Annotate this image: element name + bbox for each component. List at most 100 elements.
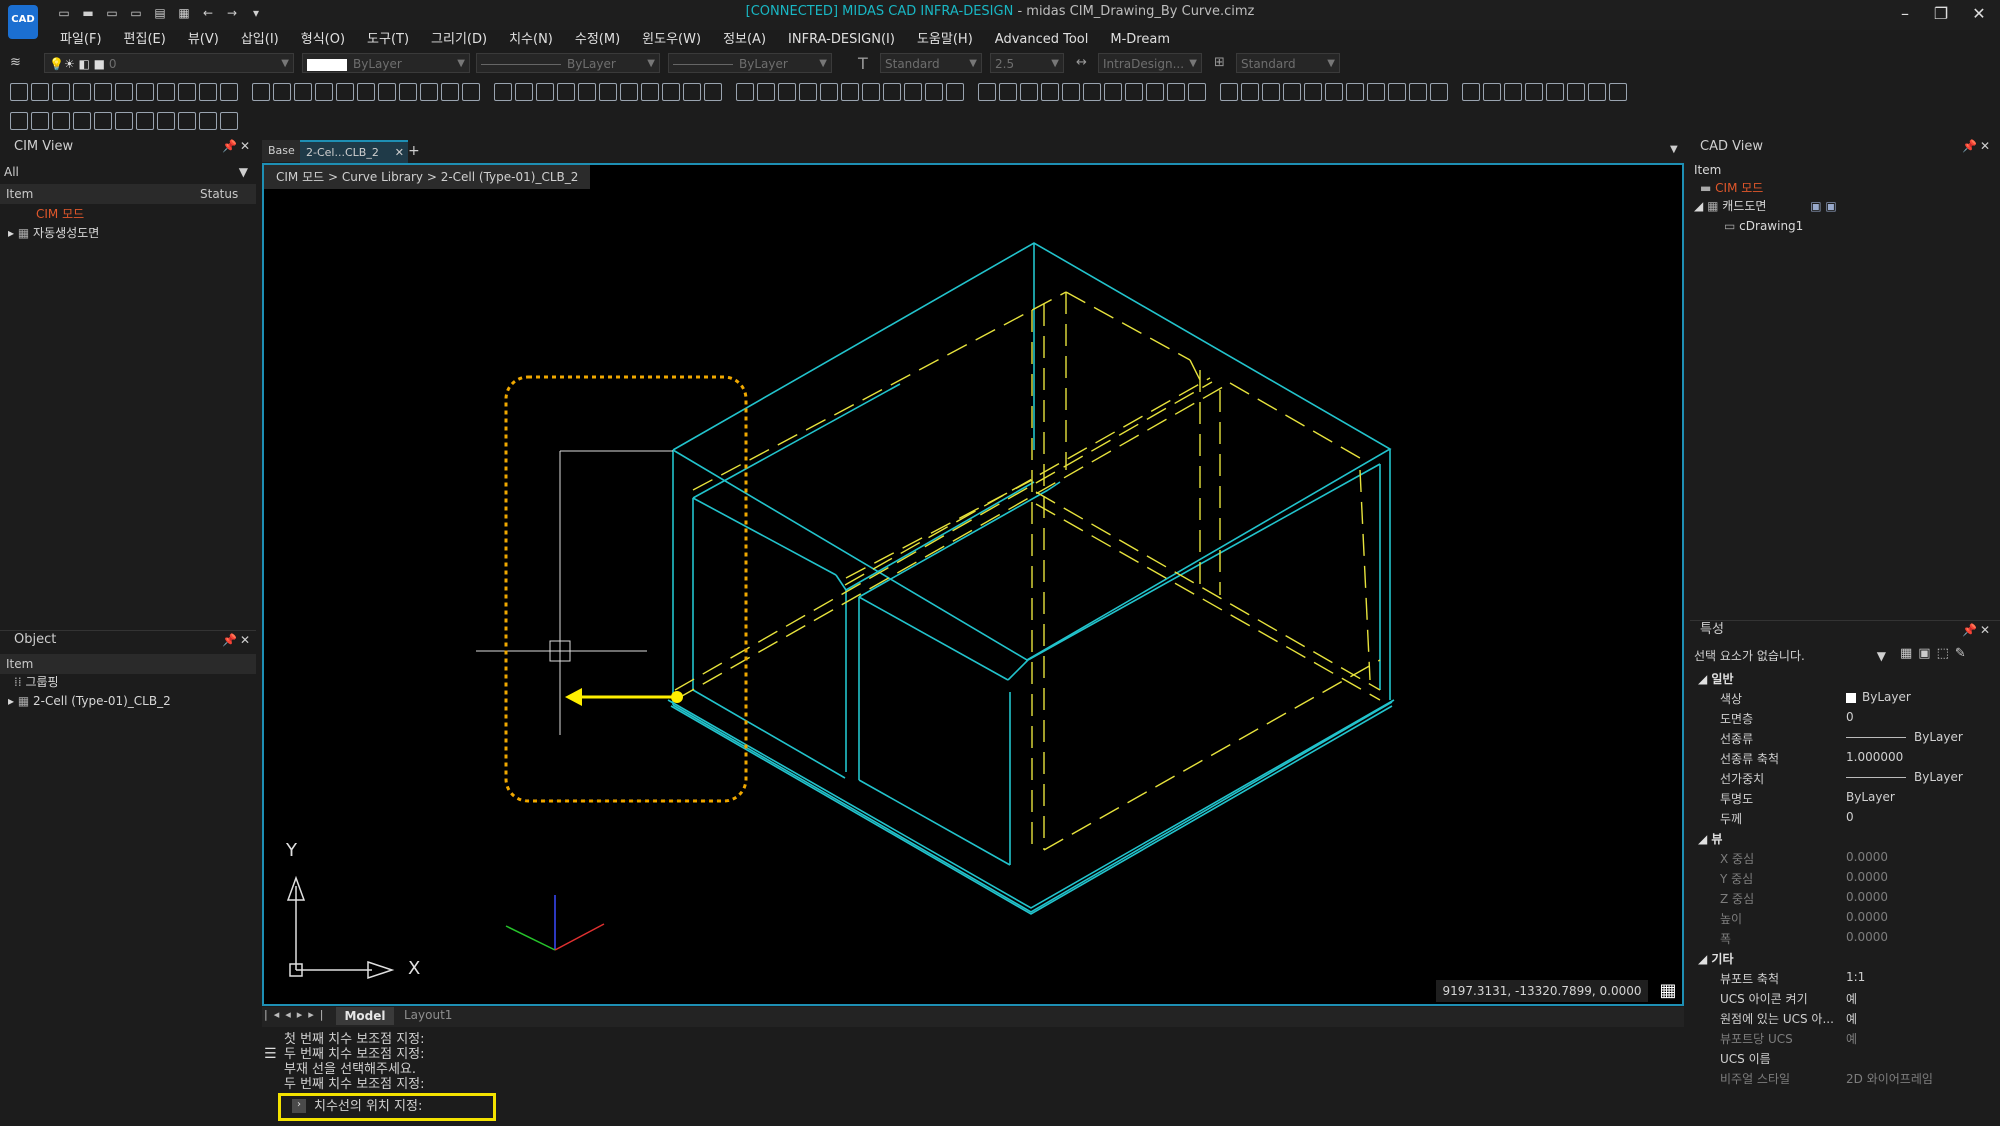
misc-tool-icon[interactable] bbox=[10, 112, 28, 130]
draw-tool-icon[interactable] bbox=[1104, 83, 1122, 101]
draw-tool-icon[interactable] bbox=[1367, 83, 1385, 101]
misc-tool-icon[interactable] bbox=[73, 112, 91, 130]
property-row[interactable]: 높이 0.0000 bbox=[1690, 910, 1995, 930]
selection-dropdown[interactable]: 선택 요소가 없습니다. ▼ bbox=[1694, 646, 1890, 666]
draw-tool-icon[interactable] bbox=[1430, 83, 1448, 101]
draw-tool-icon[interactable] bbox=[10, 83, 28, 101]
draw-tool-icon[interactable] bbox=[157, 83, 175, 101]
draw-tool-icon[interactable] bbox=[294, 83, 312, 101]
draw-tool-icon[interactable] bbox=[1062, 83, 1080, 101]
command-menu-icon[interactable]: ☰ bbox=[264, 1046, 277, 1062]
misc-tool-icon[interactable] bbox=[136, 112, 154, 130]
draw-tool-icon[interactable] bbox=[494, 83, 512, 101]
tab-list-chevron-icon[interactable]: ▼ bbox=[1670, 144, 1678, 155]
cim-filter-dropdown[interactable]: All ▼ bbox=[4, 162, 254, 182]
draw-tool-icon[interactable] bbox=[820, 83, 838, 101]
draw-tool-icon[interactable] bbox=[736, 83, 754, 101]
property-row[interactable]: 비주얼 스타일 2D 와이어프레임 bbox=[1690, 1070, 1995, 1090]
misc-tool-icon[interactable] bbox=[220, 112, 238, 130]
draw-tool-icon[interactable] bbox=[704, 83, 722, 101]
property-row[interactable]: 폭 0.0000 bbox=[1690, 930, 1995, 950]
draw-tool-icon[interactable] bbox=[683, 83, 701, 101]
misc-tool-icon[interactable] bbox=[157, 112, 175, 130]
draw-tool-icon[interactable] bbox=[1388, 83, 1406, 101]
viewport-grid-icon[interactable]: ▦ bbox=[1656, 980, 1680, 1002]
draw-tool-icon[interactable] bbox=[904, 83, 922, 101]
cad-tree-leaf[interactable]: ▭ cDrawing1 bbox=[1724, 217, 1803, 236]
property-row[interactable]: UCS 이름 bbox=[1690, 1050, 1995, 1070]
draw-tool-icon[interactable] bbox=[1020, 83, 1038, 101]
tab-2cell[interactable]: 2-Cel...CLB_2 ✕ bbox=[300, 140, 408, 164]
draw-tool-icon[interactable] bbox=[841, 83, 859, 101]
draw-tool-icon[interactable] bbox=[662, 83, 680, 101]
draw-tool-icon[interactable] bbox=[1609, 83, 1627, 101]
tree-item-2cell[interactable]: ▸ ▦ 2-Cell (Type-01)_CLB_2 bbox=[8, 692, 171, 711]
cad-tree-node[interactable]: ◢ ▦ 캐드도면 ▣ ▣ bbox=[1694, 197, 1837, 216]
restore-icon[interactable]: ❐ bbox=[1924, 2, 1958, 26]
property-row[interactable]: 원점에 있는 UCS 아... 예 bbox=[1690, 1010, 1995, 1030]
cad-pin-icon[interactable]: 📌 bbox=[1962, 139, 1977, 153]
draw-tool-icon[interactable] bbox=[599, 83, 617, 101]
property-row[interactable]: 뷰포트당 UCS 예 bbox=[1690, 1030, 1995, 1050]
draw-tool-icon[interactable] bbox=[1325, 83, 1343, 101]
menu-item-13[interactable]: Advanced Tool bbox=[995, 32, 1089, 47]
draw-tool-icon[interactable] bbox=[1525, 83, 1543, 101]
draw-tool-icon[interactable] bbox=[925, 83, 943, 101]
tab-layout1[interactable]: Layout1 bbox=[404, 1008, 452, 1022]
draw-tool-icon[interactable] bbox=[978, 83, 996, 101]
draw-tool-icon[interactable] bbox=[1041, 83, 1059, 101]
menu-item-10[interactable]: 정보(A) bbox=[723, 28, 766, 47]
draw-tool-icon[interactable] bbox=[515, 83, 533, 101]
drawing-viewport[interactable] bbox=[262, 163, 1684, 1006]
draw-tool-icon[interactable] bbox=[757, 83, 775, 101]
props-section-1[interactable]: ◢ 뷰 bbox=[1690, 830, 1995, 850]
draw-tool-icon[interactable] bbox=[1462, 83, 1480, 101]
menu-item-9[interactable]: 윈도우(W) bbox=[642, 28, 701, 47]
draw-tool-icon[interactable] bbox=[557, 83, 575, 101]
draw-tool-icon[interactable] bbox=[946, 83, 964, 101]
property-row[interactable]: Y 중심 0.0000 bbox=[1690, 870, 1995, 890]
cad-close-icon[interactable]: ✕ bbox=[1980, 139, 1990, 153]
draw-tool-icon[interactable] bbox=[536, 83, 554, 101]
expand-arrow-icon[interactable]: ▸ bbox=[8, 694, 14, 708]
menu-item-3[interactable]: 삽입(I) bbox=[241, 28, 279, 47]
menu-item-11[interactable]: INFRA-DESIGN(I) bbox=[788, 32, 895, 47]
menu-item-5[interactable]: 도구(T) bbox=[367, 28, 409, 47]
draw-tool-icon[interactable] bbox=[883, 83, 901, 101]
object-pin-icon[interactable]: 📌 bbox=[222, 633, 237, 647]
draw-tool-icon[interactable] bbox=[1083, 83, 1101, 101]
props-close-icon[interactable]: ✕ bbox=[1980, 623, 1990, 637]
draw-tool-icon[interactable] bbox=[220, 83, 238, 101]
pin-icon[interactable]: 📌 bbox=[222, 139, 237, 153]
property-row[interactable]: 투명도 ByLayer bbox=[1690, 790, 1995, 810]
props-section-2[interactable]: ◢ 기타 bbox=[1690, 950, 1995, 970]
property-row[interactable]: UCS 아이콘 켜기 예 bbox=[1690, 990, 1995, 1010]
property-row[interactable]: 선가중치 ByLayer bbox=[1690, 770, 1995, 790]
draw-tool-icon[interactable] bbox=[336, 83, 354, 101]
draw-tool-icon[interactable] bbox=[1220, 83, 1238, 101]
draw-tool-icon[interactable] bbox=[252, 83, 270, 101]
draw-tool-icon[interactable] bbox=[1304, 83, 1322, 101]
property-row[interactable]: 뷰포트 축척 1:1 bbox=[1690, 970, 1995, 990]
layer-dropdown[interactable]: 💡☀ ◧ ■ 0 ▼ bbox=[44, 53, 294, 73]
draw-tool-icon[interactable] bbox=[178, 83, 196, 101]
draw-tool-icon[interactable] bbox=[136, 83, 154, 101]
tree-item-grouping[interactable]: ⁞⁞ 그룹핑 bbox=[14, 673, 59, 692]
property-row[interactable]: 색상 ByLayer bbox=[1690, 690, 1995, 710]
expand-arrow-icon[interactable]: ▸ bbox=[8, 226, 14, 240]
draw-tool-icon[interactable] bbox=[620, 83, 638, 101]
menu-item-6[interactable]: 그리기(D) bbox=[431, 28, 487, 47]
draw-tool-icon[interactable] bbox=[273, 83, 291, 101]
draw-tool-icon[interactable] bbox=[31, 83, 49, 101]
draw-tool-icon[interactable] bbox=[73, 83, 91, 101]
menu-item-2[interactable]: 뷰(V) bbox=[188, 28, 219, 47]
draw-tool-icon[interactable] bbox=[199, 83, 217, 101]
minimize-icon[interactable]: – bbox=[1888, 2, 1922, 26]
property-row[interactable]: 선종류 ByLayer bbox=[1690, 730, 1995, 750]
menu-item-8[interactable]: 수정(M) bbox=[575, 28, 620, 47]
menu-item-7[interactable]: 치수(N) bbox=[509, 28, 553, 47]
draw-tool-icon[interactable] bbox=[799, 83, 817, 101]
menu-item-1[interactable]: 편집(E) bbox=[124, 28, 166, 47]
property-row[interactable]: 선종류 축척 1.000000 bbox=[1690, 750, 1995, 770]
draw-tool-icon[interactable] bbox=[641, 83, 659, 101]
